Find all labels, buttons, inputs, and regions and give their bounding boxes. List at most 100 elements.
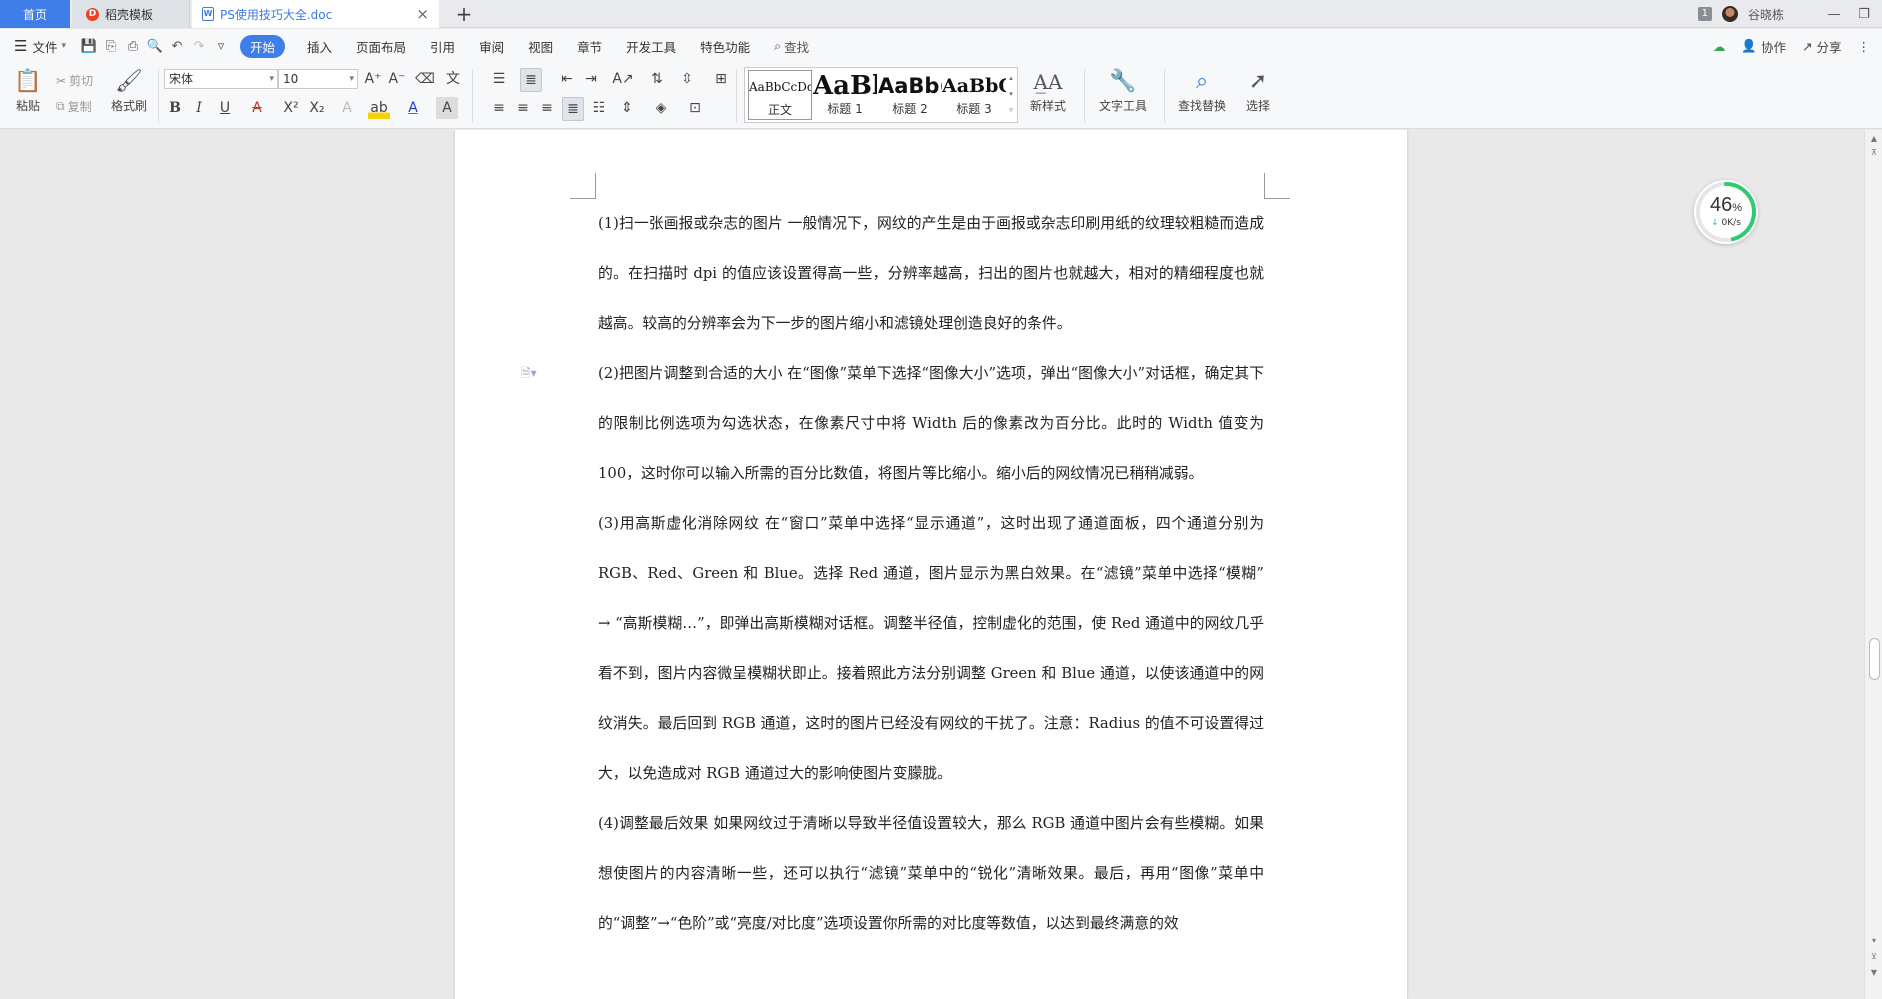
save-icon[interactable]: 💾 — [78, 39, 100, 54]
undo-icon[interactable]: ↶ — [166, 39, 188, 54]
new-style-icon: A̲A — [1033, 70, 1063, 94]
menu-developer[interactable]: 开发工具 — [614, 37, 688, 56]
tab-home[interactable]: 首页 — [0, 0, 70, 28]
cloud-sync-icon[interactable]: ☁ — [1713, 39, 1726, 54]
search-command[interactable]: ⌕ 查找 — [762, 37, 821, 56]
menu-view[interactable]: 视图 — [516, 37, 565, 56]
menu-features[interactable]: 特色功能 — [688, 37, 762, 56]
print-preview-icon[interactable]: 🔍 — [144, 39, 166, 54]
bold-icon[interactable]: B — [164, 97, 186, 119]
underline-icon[interactable]: U — [214, 97, 236, 119]
scroll-down-icon[interactable]: ▼ — [1865, 968, 1882, 977]
export-icon[interactable]: ⎘ — [100, 39, 122, 54]
paragraph-3[interactable]: (3)用高斯虚化消除网纹 在“窗口”菜单中选择“显示通道”，这时出现了通道面板，… — [598, 499, 1264, 799]
copy-label: 复制 — [67, 100, 92, 114]
style-heading-1[interactable]: AaBl 标题 1 — [813, 70, 877, 120]
decrease-indent-icon[interactable]: ⇤ — [556, 68, 578, 90]
text-tools-button[interactable]: 🔧 文字工具 — [1092, 67, 1154, 114]
tab-document-label: PS使用技巧大全.doc — [220, 7, 333, 22]
margin-corner-top-right — [1264, 173, 1290, 199]
table-icon[interactable]: ⊞ — [710, 68, 732, 90]
customize-icon[interactable]: ▿ — [210, 39, 232, 54]
document-page[interactable]: 🗎▾ (1)扫一张画报或杂志的图片 一般情况下，网纹的产生是由于画报或杂志印刷用… — [455, 130, 1407, 999]
clear-format-icon[interactable]: ⌫ — [414, 68, 436, 90]
borders-icon[interactable]: ⊡ — [684, 97, 706, 119]
align-center-icon[interactable]: ≡ — [512, 97, 534, 119]
distribute-icon[interactable]: ☷ — [588, 97, 610, 119]
menu-page-layout[interactable]: 页面布局 — [344, 37, 418, 56]
line-spacing-icon[interactable]: ⇳ — [676, 68, 698, 90]
align-right-icon[interactable]: ≡ — [536, 97, 558, 119]
superscript-icon[interactable]: X² — [280, 97, 302, 119]
window-count-badge[interactable]: 1 — [1697, 7, 1712, 21]
font-name-select[interactable]: 宋体 ▾ — [164, 69, 278, 89]
share-button[interactable]: ↗ 分享 — [1802, 37, 1842, 56]
char-shading-icon[interactable]: A — [436, 97, 458, 119]
shrink-font-icon[interactable]: A⁻ — [386, 68, 408, 90]
text-direction-icon[interactable]: A↗ — [612, 68, 634, 90]
scrollbar-thumb[interactable] — [1869, 638, 1880, 680]
menu-file[interactable]: ☰ 文件 ▾ — [0, 37, 78, 56]
cut-button[interactable]: ✂ 剪切 — [56, 72, 93, 89]
menu-start[interactable]: 开始 — [240, 34, 286, 58]
new-tab-button[interactable]: + — [452, 2, 476, 26]
paragraph-1[interactable]: (1)扫一张画报或杂志的图片 一般情况下，网纹的产生是由于画报或杂志印刷用纸的纹… — [598, 199, 1264, 349]
scroll-top-icon[interactable]: ▲ — [1865, 134, 1882, 143]
scroll-page-down-icon[interactable]: ⊻ — [1865, 952, 1882, 961]
speed-rate-value: 0K/s — [1721, 218, 1741, 228]
style-heading-3[interactable]: AaBbC 标题 3 — [942, 70, 1006, 120]
strikethrough-icon[interactable]: A — [246, 97, 268, 119]
find-replace-button[interactable]: ⌕ 查找替换 — [1172, 67, 1232, 114]
vertical-scrollbar[interactable]: ▲ ⊼ ▾ ⊻ ▼ — [1864, 130, 1882, 999]
print-icon[interactable]: ⎙ — [122, 39, 144, 54]
menu-references[interactable]: 引用 — [418, 37, 467, 56]
sort-icon[interactable]: ⇅ — [646, 68, 668, 90]
close-tab-icon[interactable]: × — [416, 5, 429, 23]
minimize-button[interactable]: — — [1824, 7, 1844, 22]
bullet-list-icon[interactable]: ☰ — [488, 68, 510, 90]
style-normal[interactable]: AaBbCcDd 正文 — [748, 70, 812, 120]
increase-indent-icon[interactable]: ⇥ — [580, 68, 602, 90]
chevron-down-icon: ▾ — [61, 41, 66, 51]
text-effect-icon[interactable]: A — [336, 97, 358, 119]
font-color-icon[interactable]: A — [402, 97, 424, 119]
paragraph-marker-icon[interactable]: 🗎▾ — [521, 364, 537, 385]
scroll-up-icon[interactable]: ⊼ — [1865, 148, 1882, 157]
tab-templates[interactable]: D 稻壳模板 — [72, 0, 190, 28]
italic-icon[interactable]: I — [188, 97, 210, 119]
font-size-select[interactable]: 10 ▾ — [278, 69, 358, 89]
numbered-list-icon[interactable]: ≣ — [520, 68, 542, 92]
wrench-icon: 🔧 — [1109, 69, 1137, 94]
subscript-icon[interactable]: X₂ — [306, 97, 328, 119]
shading-icon[interactable]: ◈ — [650, 97, 672, 119]
new-style-button[interactable]: A̲A 新样式 — [1024, 67, 1072, 114]
collab-button[interactable]: 👤 协作 — [1741, 37, 1786, 56]
redo-icon[interactable]: ↷ — [188, 39, 210, 54]
copy-button[interactable]: ⧉ 复制 — [56, 98, 92, 115]
paragraph-spacing-icon[interactable]: ⇕ — [616, 97, 638, 119]
justify-icon[interactable]: ≣ — [562, 97, 584, 121]
paragraph-4[interactable]: (4)调整最后效果 如果网纹过于清晰以导致半径值设置较大，那么 RGB 通道中图… — [598, 799, 1264, 949]
pinyin-icon[interactable]: 文 — [442, 68, 464, 90]
highlight-icon[interactable]: ab — [368, 97, 390, 119]
menu-review[interactable]: 审阅 — [467, 37, 516, 56]
menu-insert[interactable]: 插入 — [295, 37, 344, 56]
format-painter-button[interactable]: 🖌 格式刷 — [108, 67, 150, 114]
paragraph-2[interactable]: (2)把图片调整到合适的大小 在“图像”菜单下选择“图像大小”选项，弹出“图像大… — [598, 349, 1264, 499]
menu-chapter[interactable]: 章节 — [565, 37, 614, 56]
select-button[interactable]: ➚ 选择 — [1238, 67, 1278, 114]
align-left-icon[interactable]: ≡ — [488, 97, 510, 119]
restore-button[interactable]: ❐ — [1854, 7, 1874, 22]
gallery-scroll[interactable]: ▴ ▾ ▿ — [1006, 70, 1016, 120]
avatar[interactable] — [1721, 6, 1738, 22]
tab-document[interactable]: W PS使用技巧大全.doc × — [192, 0, 439, 28]
username[interactable]: 谷晓栋 — [1748, 6, 1784, 23]
scroll-page-up-icon[interactable]: ▾ — [1865, 936, 1882, 945]
paste-button[interactable]: 📋 粘贴 — [10, 67, 46, 114]
document-body[interactable]: (1)扫一张画报或杂志的图片 一般情况下，网纹的产生是由于画报或杂志印刷用纸的纹… — [598, 199, 1264, 949]
grow-font-icon[interactable]: A⁺ — [362, 68, 384, 90]
more-icon[interactable]: ⋮ — [1858, 39, 1871, 54]
document-workspace: 🗎▾ (1)扫一张画报或杂志的图片 一般情况下，网纹的产生是由于画报或杂志印刷用… — [0, 130, 1864, 999]
style-heading-2[interactable]: AaBb( 标题 2 — [878, 70, 942, 120]
network-speed-widget[interactable]: 46% ↓ 0K/s — [1694, 180, 1758, 244]
